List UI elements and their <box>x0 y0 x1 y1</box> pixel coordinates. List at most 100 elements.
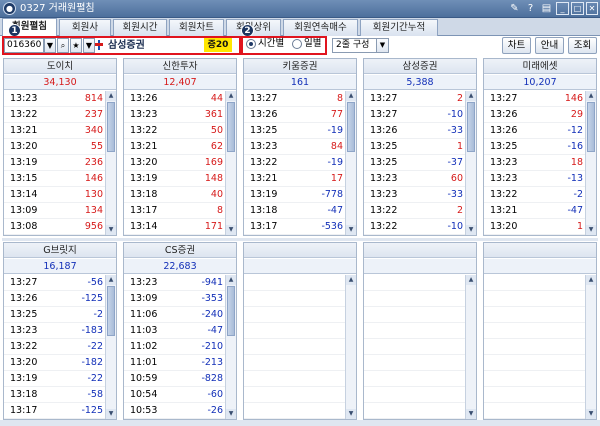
stock-code-input[interactable]: 016360 <box>4 38 44 53</box>
list-item[interactable]: 13:27 -10 <box>364 107 465 123</box>
list-item[interactable] <box>484 355 585 371</box>
list-item[interactable]: 13:22 237 <box>4 107 105 123</box>
scroll-thumb[interactable] <box>107 102 115 152</box>
list-item[interactable]: 13:26 -125 <box>4 291 105 307</box>
list-item[interactable]: 13:23 -941 <box>124 275 225 291</box>
list-item[interactable]: 13:23 361 <box>124 107 225 123</box>
menu-icon[interactable]: ▤ <box>540 2 553 15</box>
scroll-up-icon[interactable]: ▲ <box>106 91 116 101</box>
query-button[interactable]: 조회 <box>568 37 597 54</box>
tab-member-consecutive[interactable]: 회원연속매수 <box>283 19 358 36</box>
list-item[interactable]: 11:02 -210 <box>124 339 225 355</box>
radio-by-day-label[interactable]: 일별 <box>304 37 321 51</box>
list-item[interactable] <box>244 387 345 403</box>
tab-member-period[interactable]: 회원기간누적 <box>360 19 438 36</box>
list-item[interactable]: 13:09 -353 <box>124 291 225 307</box>
list-item[interactable]: 13:23 -183 <box>4 323 105 339</box>
list-item[interactable]: 13:26 77 <box>244 107 345 123</box>
list-item[interactable]: 13:23 -33 <box>364 187 465 203</box>
list-item[interactable]: 13:22 -22 <box>4 339 105 355</box>
list-item[interactable] <box>484 323 585 339</box>
list-item[interactable]: 13:23 -13 <box>484 171 585 187</box>
list-item[interactable]: 13:22 -19 <box>244 155 345 171</box>
list-item[interactable]: 13:19 148 <box>124 171 225 187</box>
scroll-up-icon[interactable]: ▲ <box>346 275 356 285</box>
list-item[interactable] <box>244 355 345 371</box>
list-item[interactable]: 13:20 55 <box>4 139 105 155</box>
tab-member-firm[interactable]: 회원사 <box>59 19 111 36</box>
scroll-down-icon[interactable]: ▼ <box>106 409 116 419</box>
list-item[interactable]: 13:21 62 <box>124 139 225 155</box>
broker-name[interactable]: G브릿지 <box>4 243 116 258</box>
list-item[interactable]: 13:27 2 <box>364 91 465 107</box>
scroll-down-icon[interactable]: ▼ <box>346 409 356 419</box>
list-item[interactable] <box>364 387 465 403</box>
broker-name[interactable] <box>484 243 596 258</box>
list-item[interactable]: 13:09 134 <box>4 203 105 219</box>
vertical-scrollbar[interactable]: ▲ ▼ <box>585 91 596 235</box>
list-item[interactable]: 11:06 -240 <box>124 307 225 323</box>
list-item[interactable] <box>244 291 345 307</box>
list-item[interactable]: 11:01 -213 <box>124 355 225 371</box>
vertical-scrollbar[interactable]: ▲ ▼ <box>225 275 236 419</box>
list-item[interactable]: 13:25 -2 <box>4 307 105 323</box>
list-item[interactable] <box>244 339 345 355</box>
list-item[interactable]: 13:25 -37 <box>364 155 465 171</box>
scroll-down-icon[interactable]: ▼ <box>226 409 236 419</box>
list-item[interactable]: 13:22 2 <box>364 203 465 219</box>
broker-name[interactable] <box>244 243 356 258</box>
list-item[interactable]: 13:18 40 <box>124 187 225 203</box>
list-item[interactable] <box>364 371 465 387</box>
scroll-thumb[interactable] <box>347 102 355 152</box>
list-item[interactable]: 13:19 236 <box>4 155 105 171</box>
list-item[interactable]: 13:14 130 <box>4 187 105 203</box>
vertical-scrollbar[interactable]: ▲ ▼ <box>105 275 116 419</box>
list-item[interactable]: 13:26 29 <box>484 107 585 123</box>
search-icon[interactable]: ⌕ <box>57 38 69 53</box>
vertical-scrollbar[interactable]: ▲ ▼ <box>465 91 476 235</box>
scroll-up-icon[interactable]: ▲ <box>586 91 596 101</box>
list-item[interactable] <box>484 403 585 419</box>
favorite-star-icon[interactable]: ★ <box>70 38 82 53</box>
list-item[interactable]: 13:19 -778 <box>244 187 345 203</box>
scroll-down-icon[interactable]: ▼ <box>466 225 476 235</box>
list-item[interactable]: 13:21 -47 <box>484 203 585 219</box>
scroll-down-icon[interactable]: ▼ <box>346 225 356 235</box>
list-item[interactable]: 13:26 44 <box>124 91 225 107</box>
maximize-button[interactable]: □ <box>571 2 584 15</box>
list-item[interactable]: 13:25 1 <box>364 139 465 155</box>
tab-member-time[interactable]: 회원시간 <box>113 19 167 36</box>
layout-select[interactable]: 2줄 구성 ▼ <box>332 38 389 53</box>
list-item[interactable] <box>244 307 345 323</box>
pin-icon[interactable]: ✎ <box>508 2 521 15</box>
scroll-up-icon[interactable]: ▲ <box>346 91 356 101</box>
list-item[interactable]: 10:54 -60 <box>124 387 225 403</box>
list-item[interactable] <box>484 387 585 403</box>
broker-name[interactable]: 신한투자 <box>124 59 236 74</box>
favorite-dropdown-button[interactable]: ▼ <box>83 38 95 53</box>
chart-button[interactable]: 차트 <box>502 37 531 54</box>
list-item[interactable]: 13:20 1 <box>484 219 585 235</box>
list-item[interactable]: 10:53 -26 <box>124 403 225 419</box>
list-item[interactable]: 13:17 -536 <box>244 219 345 235</box>
list-item[interactable]: 13:22 -10 <box>364 219 465 235</box>
list-item[interactable] <box>244 275 345 291</box>
list-item[interactable]: 13:27 8 <box>244 91 345 107</box>
scroll-thumb[interactable] <box>227 286 235 336</box>
list-item[interactable]: 13:26 -12 <box>484 123 585 139</box>
list-item[interactable]: 13:17 8 <box>124 203 225 219</box>
list-item[interactable] <box>364 307 465 323</box>
list-item[interactable] <box>484 339 585 355</box>
list-item[interactable]: 13:25 -19 <box>244 123 345 139</box>
broker-name[interactable]: 도이치 <box>4 59 116 74</box>
scroll-thumb[interactable] <box>587 102 595 152</box>
scroll-up-icon[interactable]: ▲ <box>226 91 236 101</box>
broker-name[interactable]: 미래에셋 <box>484 59 596 74</box>
scroll-up-icon[interactable]: ▲ <box>226 275 236 285</box>
scroll-down-icon[interactable]: ▼ <box>106 225 116 235</box>
scroll-up-icon[interactable]: ▲ <box>106 275 116 285</box>
scroll-down-icon[interactable]: ▼ <box>226 225 236 235</box>
guide-button[interactable]: 안내 <box>535 37 564 54</box>
radio-by-time-label[interactable]: 시간별 <box>258 37 284 51</box>
list-item[interactable]: 13:19 -22 <box>4 371 105 387</box>
